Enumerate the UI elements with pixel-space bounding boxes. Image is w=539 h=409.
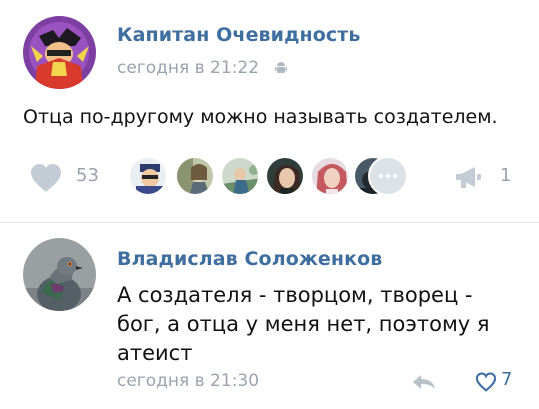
post-author-name[interactable]: Капитан Очевидность [117,24,361,46]
post-timestamp: сегодня в 21:22 [117,58,260,78]
android-icon [275,62,287,73]
heart-icon[interactable] [29,163,63,193]
post: Капитан Очевидность сегодня в 21:22 Отца… [0,0,539,224]
reply-icon[interactable] [411,373,437,391]
liker-avatar[interactable] [175,156,215,196]
post-author-avatar[interactable] [23,16,96,89]
comment-author-name[interactable]: Владислав Соложенков [117,248,382,270]
heart-icon[interactable] [475,372,497,392]
liker-avatar[interactable] [128,156,168,196]
megaphone-icon[interactable] [455,165,485,189]
post-like-count: 53 [76,165,99,186]
comment-text-line: атеист [117,341,193,365]
liker-avatar[interactable] [220,156,260,196]
divider [0,222,539,223]
more-likers-button[interactable] [368,156,408,196]
comment-text-line: А создателя - творцом, творец - [117,283,473,307]
liker-avatar[interactable] [265,156,305,196]
comment-text-line: бог, а отца у меня нет, поэтому я [117,312,490,336]
comment-like-count: 7 [501,369,513,390]
post-share-count: 1 [500,165,512,186]
liker-avatar[interactable] [310,156,350,196]
comment-text: А создателя - творцом, творец - бог, а о… [117,281,527,368]
comment-author-avatar[interactable] [23,238,96,311]
comment-timestamp: сегодня в 21:30 [117,371,260,391]
post-text: Отца по-другому можно называть создателе… [23,106,498,128]
